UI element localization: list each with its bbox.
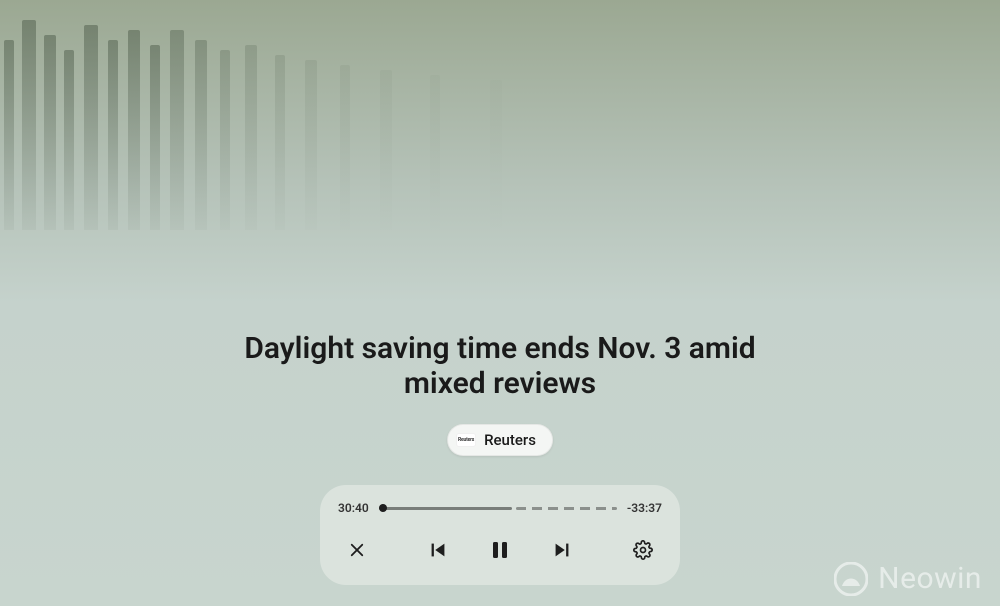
neowin-logo-icon: [834, 562, 868, 596]
controls-row: [338, 533, 662, 567]
skip-next-icon: [551, 539, 573, 561]
story-headline: Daylight saving time ends Nov. 3 amid mi…: [0, 332, 1000, 401]
elapsed-time: 30:40: [338, 501, 369, 515]
background-art: [0, 0, 1000, 230]
progress-row: 30:40 -33:37: [338, 501, 662, 515]
remaining-time: -33:37: [627, 501, 662, 515]
gear-icon: [633, 540, 653, 560]
pause-icon: [488, 538, 512, 562]
source-logo: Reuters: [456, 433, 476, 447]
close-button[interactable]: [340, 533, 374, 567]
previous-button[interactable]: [421, 533, 455, 567]
settings-button[interactable]: [626, 533, 660, 567]
source-chip[interactable]: Reuters Reuters: [447, 424, 553, 456]
next-button[interactable]: [545, 533, 579, 567]
progress-track[interactable]: [379, 506, 617, 510]
audio-player: 30:40 -33:37: [320, 485, 680, 585]
close-icon: [348, 541, 366, 559]
watermark: Neowin: [834, 561, 982, 596]
watermark-text: Neowin: [878, 561, 982, 596]
skip-previous-icon: [427, 539, 449, 561]
pause-button[interactable]: [483, 533, 517, 567]
source-name: Reuters: [484, 431, 536, 449]
now-playing-screen: Daylight saving time ends Nov. 3 amid mi…: [0, 0, 1000, 606]
